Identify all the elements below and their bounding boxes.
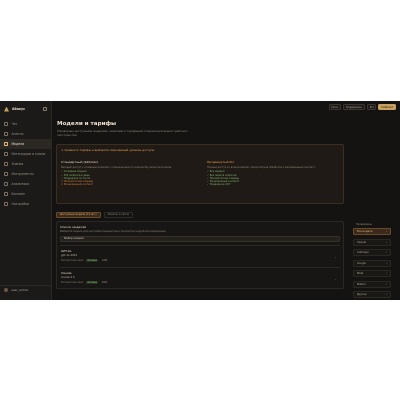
sidebar-item-agents[interactable]: Агенты [0, 129, 51, 139]
chevron-right-icon: › [386, 230, 387, 233]
sidebar-item-label: Настройки [11, 202, 29, 206]
model-row[interactable]: GPT-4o gpt-4o-2024 Контекстное окно: Акт… [60, 244, 340, 267]
page-subtitle: Управление доступными моделями, лимитами… [57, 129, 188, 137]
chevron-down-icon[interactable]: ⌄ [334, 255, 337, 259]
card-icon [4, 192, 8, 196]
logo-icon [4, 106, 9, 112]
avatar [4, 288, 8, 292]
model-row[interactable]: Claude claude-3.5 Контекстное окно: Акти… [60, 266, 340, 288]
chart-icon [4, 182, 8, 186]
chevron-right-icon: › [386, 272, 387, 275]
panel-title: Список моделей [60, 224, 86, 229]
chevron-right-icon: › [386, 282, 387, 286]
user-profile[interactable]: user_admin [0, 285, 52, 294]
sidebar-item-billing[interactable]: Биллинг [0, 189, 51, 199]
provider-label: OpenAI [357, 240, 367, 244]
context-size: 128k [101, 258, 108, 262]
model-id: gpt-4o-2024 [61, 254, 78, 258]
tab-limits[interactable]: Лимиты и квоты [103, 211, 134, 218]
plan-description: Базовый доступ к основным моделям с огра… [61, 165, 173, 169]
panel-subtitle: Выберите модель для настройки параметров… [60, 229, 167, 233]
models-panel: Список моделей Выберите модель для настр… [56, 220, 344, 289]
model-name: GPT-4o [61, 248, 72, 253]
provider-label: Anthropic [357, 251, 370, 254]
tab-models[interactable]: Доступные модели (12 шт.) [56, 211, 101, 218]
sidebar-item-knowledge[interactable]: Знания [0, 159, 51, 169]
context-label: Контекстное окно: [61, 258, 84, 262]
chevron-right-icon: › [386, 293, 387, 296]
sidebar-item-analytics[interactable]: Аналитика [0, 179, 51, 189]
provider-filter-title: Провайдеры [356, 223, 372, 226]
chevron-right-icon: › [386, 240, 387, 244]
provider-label: Meta [357, 272, 364, 275]
provider-label: Другие [357, 293, 367, 296]
chat-icon [4, 122, 8, 126]
provider-item-other[interactable]: Другие › [353, 291, 391, 298]
sidebar-item-chat[interactable]: Чат [0, 119, 51, 129]
chevron-down-icon[interactable]: ⌄ [334, 277, 337, 281]
provider-label: Все модели [357, 230, 373, 233]
sidebar-item-tools[interactable]: Инструменты [0, 169, 51, 179]
sidebar-item-label: Аналитика [11, 182, 30, 186]
provider-item-all[interactable]: Все модели › [353, 228, 391, 235]
provider-item-meta[interactable]: Meta › [353, 270, 391, 277]
brand: Абакус [0, 103, 51, 115]
context-size: 200k [101, 280, 108, 284]
model-id: claude-3.5 [61, 276, 75, 280]
plan-name: Стандартный ($20/мес) [61, 159, 99, 164]
sidebar-item-settings[interactable]: Настройки [0, 199, 51, 209]
account-button[interactable]: Кабинет [378, 104, 396, 110]
plan-standard[interactable]: Стандартный ($20/мес) Базовый доступ к о… [61, 160, 193, 187]
language-select[interactable]: RU [366, 104, 377, 110]
main-content: Модели и тарифы Управление доступными мо… [52, 113, 348, 300]
sidebar-item-label: Модели [11, 142, 25, 146]
models-icon [4, 142, 8, 146]
app-window: Абакус Чат Агенты Модели Интеграции и кл… [0, 101, 400, 300]
context-label: Контекстное окно: [61, 280, 84, 284]
provider-item-mistral[interactable]: Mistral › [353, 280, 391, 288]
sidebar-item-integrations[interactable]: Интеграции и ключи [0, 149, 51, 159]
key-icon [4, 152, 8, 156]
top-bar: Docs Поддержка RU Кабинет [52, 101, 400, 113]
chevron-right-icon: › [386, 251, 387, 254]
plans-comparison: ⚠ Сравните тарифы и выберите подходящий … [56, 143, 344, 204]
model-select[interactable]: Выбор модели [60, 235, 340, 242]
sidebar-item-label: Биллинг [11, 192, 26, 196]
plan-feature: ✗ Расширенный контекст [61, 183, 94, 187]
plan-description: Полный доступ ко всем моделям, приоритет… [207, 165, 316, 169]
tabs: Доступные модели (12 шт.) Лимиты и квоты [56, 211, 344, 218]
status-badge: Активна [85, 280, 99, 285]
model-name: Claude [61, 270, 72, 275]
gear-icon [4, 202, 8, 206]
provider-label: Mistral [357, 282, 366, 286]
support-button[interactable]: Поддержка [342, 104, 365, 110]
provider-label: Google [357, 261, 366, 265]
sidebar: Абакус Чат Агенты Модели Интеграции и кл… [0, 101, 52, 300]
collapse-sidebar-icon[interactable] [43, 107, 47, 111]
app-name: Абакус [12, 107, 25, 111]
status-badge: Активна [85, 258, 99, 263]
provider-item-anthropic[interactable]: Anthropic › [353, 249, 391, 256]
page-title: Модели и тарифы [57, 121, 117, 127]
sidebar-item-label: Интеграции и ключи [11, 152, 46, 156]
plan-feature: ✓ Поддержка 24/7 [207, 183, 231, 187]
sidebar-item-label: Агенты [11, 132, 24, 136]
agents-icon [4, 132, 8, 136]
provider-item-google[interactable]: Google › [353, 259, 391, 267]
sidebar-item-label: Инструменты [11, 172, 34, 176]
sidebar-nav: Чат Агенты Модели Интеграции и ключи Зна… [0, 119, 51, 209]
provider-filter: Провайдеры Все модели › OpenAI › Anthropic… [353, 223, 391, 300]
plan-name: Продвинутый Pro [207, 159, 235, 164]
plans-headline: ⚠ Сравните тарифы и выберите подходящий … [61, 147, 155, 152]
provider-item-openai[interactable]: OpenAI › [353, 238, 391, 246]
sidebar-item-label: Чат [11, 122, 18, 126]
sidebar-item-models[interactable]: Модели [0, 139, 51, 149]
book-icon [4, 162, 8, 166]
chevron-right-icon: › [386, 261, 387, 265]
sidebar-item-label: Знания [11, 162, 24, 166]
plan-pro[interactable]: Продвинутый Pro Полный доступ ко всем мо… [207, 160, 339, 187]
user-name: user_admin [11, 288, 29, 292]
wrench-icon [4, 172, 8, 176]
docs-button[interactable]: Docs [328, 104, 341, 110]
